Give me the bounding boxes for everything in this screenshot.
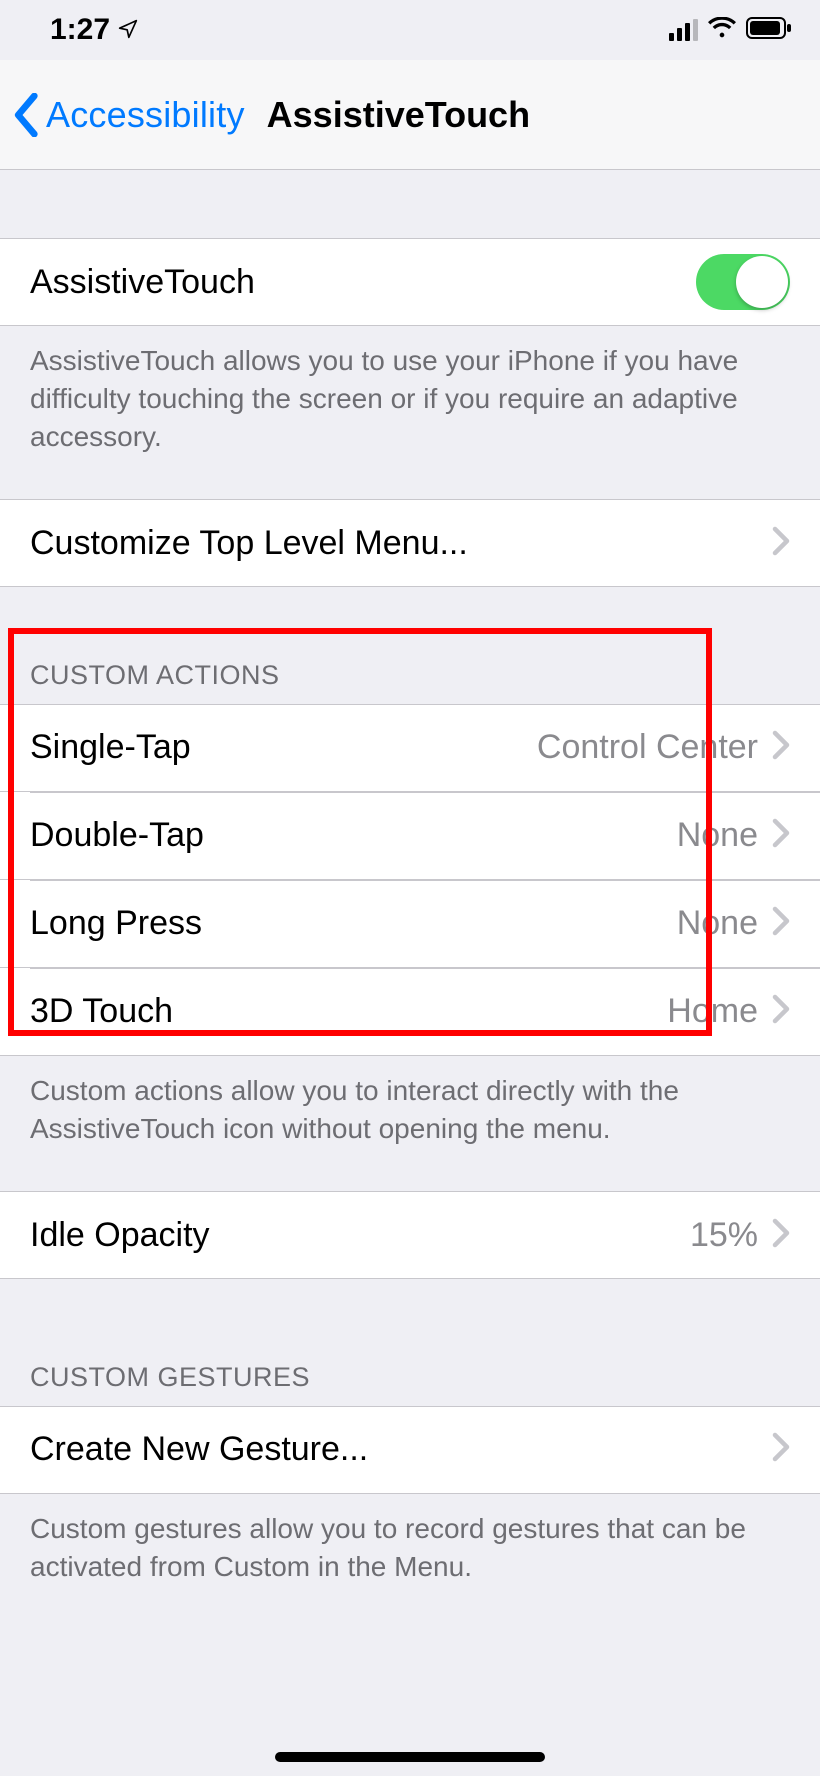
customize-label: Customize Top Level Menu... (30, 524, 772, 563)
assistivetouch-toggle[interactable] (696, 254, 790, 310)
chevron-right-icon (772, 1432, 790, 1467)
create-gesture-label: Create New Gesture... (30, 1430, 772, 1469)
long-press-row[interactable]: Long Press None (0, 880, 820, 968)
double-tap-row[interactable]: Double-Tap None (0, 792, 820, 880)
row-label: Single-Tap (30, 728, 537, 767)
chevron-right-icon (772, 818, 790, 853)
row-value: Home (667, 992, 758, 1031)
group-custom-gestures: Create New Gesture... (0, 1406, 820, 1494)
back-button-label[interactable]: Accessibility (46, 94, 245, 136)
row-label: Double-Tap (30, 816, 677, 855)
home-indicator[interactable] (275, 1752, 545, 1762)
wifi-icon (708, 13, 736, 47)
3d-touch-row[interactable]: 3D Touch Home (0, 968, 820, 1056)
cell-signal-icon (669, 19, 698, 41)
nav-bar: Accessibility AssistiveTouch (0, 60, 820, 170)
custom-actions-header: Custom Actions (0, 623, 820, 703)
idle-opacity-value: 15% (690, 1216, 758, 1255)
customize-top-level-row[interactable]: Customize Top Level Menu... (0, 499, 820, 587)
chevron-right-icon (772, 994, 790, 1029)
assistivetouch-toggle-row[interactable]: AssistiveTouch (0, 238, 820, 326)
custom-gestures-header: Custom Gestures (0, 1325, 820, 1405)
status-left: 1:27 (50, 13, 138, 47)
location-icon (118, 13, 138, 47)
spacer (0, 170, 820, 238)
custom-gestures-footer: Custom gestures allow you to record gest… (0, 1494, 820, 1596)
chevron-right-icon (772, 1218, 790, 1253)
chevron-right-icon (772, 730, 790, 765)
row-value: Control Center (537, 728, 758, 767)
create-new-gesture-row[interactable]: Create New Gesture... (0, 1406, 820, 1494)
custom-actions-footer: Custom actions allow you to interact dir… (0, 1056, 820, 1158)
idle-opacity-row[interactable]: Idle Opacity 15% (0, 1191, 820, 1279)
chevron-right-icon (772, 526, 790, 561)
single-tap-row[interactable]: Single-Tap Control Center (0, 704, 820, 792)
battery-icon (746, 13, 792, 47)
clock: 1:27 (50, 13, 110, 47)
assistivetouch-label: AssistiveTouch (30, 263, 696, 302)
row-label: Long Press (30, 904, 677, 943)
group-idle-opacity: Idle Opacity 15% (0, 1191, 820, 1279)
group-main-toggle: AssistiveTouch (0, 238, 820, 326)
row-value: None (677, 816, 758, 855)
back-chevron-icon[interactable] (12, 93, 42, 137)
group-customize: Customize Top Level Menu... (0, 499, 820, 587)
status-bar: 1:27 (0, 0, 820, 60)
toggle-knob (736, 256, 788, 308)
page-title: AssistiveTouch (267, 94, 530, 136)
row-value: None (677, 904, 758, 943)
row-label: 3D Touch (30, 992, 667, 1031)
status-right (669, 13, 792, 47)
chevron-right-icon (772, 906, 790, 941)
assistivetouch-footer: AssistiveTouch allows you to use your iP… (0, 326, 820, 465)
group-custom-actions: Single-Tap Control Center Double-Tap Non… (0, 704, 820, 1056)
idle-opacity-label: Idle Opacity (30, 1216, 690, 1255)
